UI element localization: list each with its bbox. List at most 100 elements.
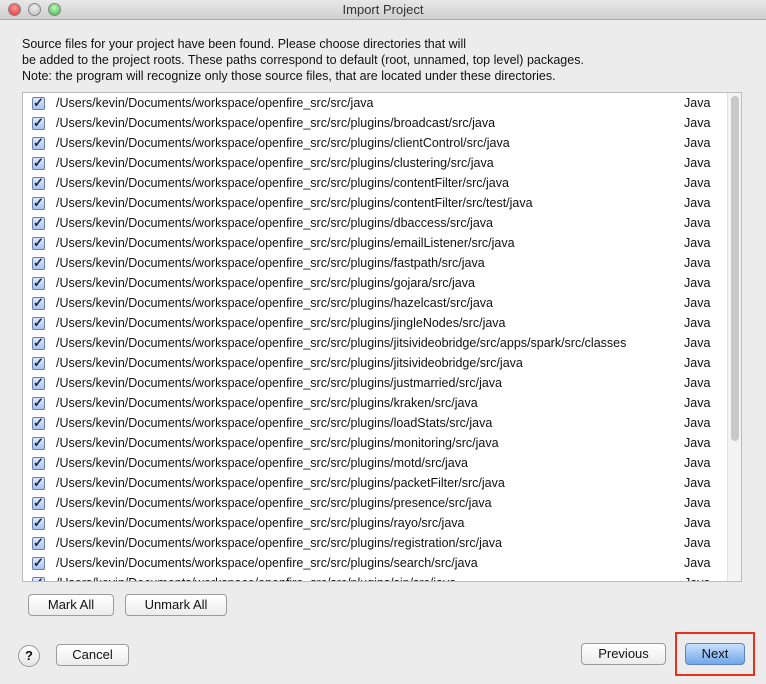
language-label: Java xyxy=(684,396,711,410)
language-label: Java xyxy=(684,456,711,470)
directory-path: /Users/kevin/Documents/workspace/openfir… xyxy=(56,256,485,270)
language-label: Java xyxy=(684,276,711,290)
list-item[interactable]: ✓ /Users/kevin/Documents/workspace/openf… xyxy=(23,473,728,493)
mark-all-button[interactable]: Mark All xyxy=(28,594,114,616)
language-label: Java xyxy=(684,416,711,430)
checkbox[interactable]: ✓ xyxy=(32,136,45,150)
checkbox[interactable]: ✓ xyxy=(32,356,45,370)
checkbox[interactable]: ✓ xyxy=(32,236,45,250)
checkbox[interactable]: ✓ xyxy=(32,156,45,170)
language-label: Java xyxy=(684,436,711,450)
directory-path: /Users/kevin/Documents/workspace/openfir… xyxy=(56,336,627,350)
zoom-window-button[interactable] xyxy=(48,3,61,16)
language-label: Java xyxy=(684,236,711,250)
list-item[interactable]: ✓ /Users/kevin/Documents/workspace/openf… xyxy=(23,233,728,253)
directory-path: /Users/kevin/Documents/workspace/openfir… xyxy=(56,296,493,310)
language-label: Java xyxy=(684,156,711,170)
language-label: Java xyxy=(684,556,711,570)
checkbox[interactable]: ✓ xyxy=(32,196,45,210)
checkbox[interactable]: ✓ xyxy=(32,216,45,230)
directory-path: /Users/kevin/Documents/workspace/openfir… xyxy=(56,576,456,581)
list-item[interactable]: ✓ /Users/kevin/Documents/workspace/openf… xyxy=(23,373,728,393)
list-item[interactable]: ✓ /Users/kevin/Documents/workspace/openf… xyxy=(23,93,728,113)
checkbox[interactable]: ✓ xyxy=(32,336,45,350)
previous-button[interactable]: Previous xyxy=(581,643,666,665)
list-item[interactable]: ✓ /Users/kevin/Documents/workspace/openf… xyxy=(23,533,728,553)
list-item[interactable]: ✓ /Users/kevin/Documents/workspace/openf… xyxy=(23,453,728,473)
list-item[interactable]: ✓ /Users/kevin/Documents/workspace/openf… xyxy=(23,333,728,353)
list-item[interactable]: ✓ /Users/kevin/Documents/workspace/openf… xyxy=(23,553,728,573)
checkbox[interactable]: ✓ xyxy=(32,96,45,110)
window-title: Import Project xyxy=(342,2,424,17)
checkbox[interactable]: ✓ xyxy=(32,276,45,290)
checkbox[interactable]: ✓ xyxy=(32,256,45,270)
checkbox[interactable]: ✓ xyxy=(32,536,45,550)
language-label: Java xyxy=(684,476,711,490)
unmark-all-button[interactable]: Unmark All xyxy=(125,594,227,616)
checkbox[interactable]: ✓ xyxy=(32,116,45,130)
checkbox[interactable]: ✓ xyxy=(32,416,45,430)
checkbox[interactable]: ✓ xyxy=(32,296,45,310)
minimize-window-button[interactable] xyxy=(28,3,41,16)
description: Source files for your project have been … xyxy=(22,36,584,84)
language-label: Java xyxy=(684,196,711,210)
directory-path: /Users/kevin/Documents/workspace/openfir… xyxy=(56,236,515,250)
scrollbar[interactable] xyxy=(727,93,741,581)
highlight-box xyxy=(675,632,755,676)
list-item[interactable]: ✓ /Users/kevin/Documents/workspace/openf… xyxy=(23,113,728,133)
list-item[interactable]: ✓ /Users/kevin/Documents/workspace/openf… xyxy=(23,313,728,333)
checkbox[interactable]: ✓ xyxy=(32,456,45,470)
help-button[interactable]: ? xyxy=(18,645,40,667)
list-item[interactable]: ✓ /Users/kevin/Documents/workspace/openf… xyxy=(23,573,728,581)
directory-path: /Users/kevin/Documents/workspace/openfir… xyxy=(56,356,523,370)
list-item[interactable]: ✓ /Users/kevin/Documents/workspace/openf… xyxy=(23,253,728,273)
directory-path: /Users/kevin/Documents/workspace/openfir… xyxy=(56,136,510,150)
checkbox[interactable]: ✓ xyxy=(32,476,45,490)
checkbox[interactable]: ✓ xyxy=(32,496,45,510)
list-item[interactable]: ✓ /Users/kevin/Documents/workspace/openf… xyxy=(23,293,728,313)
checkbox[interactable]: ✓ xyxy=(32,316,45,330)
list-item[interactable]: ✓ /Users/kevin/Documents/workspace/openf… xyxy=(23,493,728,513)
directory-path: /Users/kevin/Documents/workspace/openfir… xyxy=(56,396,478,410)
language-label: Java xyxy=(684,216,711,230)
directory-path: /Users/kevin/Documents/workspace/openfir… xyxy=(56,476,505,490)
list-item[interactable]: ✓ /Users/kevin/Documents/workspace/openf… xyxy=(23,133,728,153)
directory-path: /Users/kevin/Documents/workspace/openfir… xyxy=(56,456,468,470)
close-window-button[interactable] xyxy=(8,3,21,16)
list-item[interactable]: ✓ /Users/kevin/Documents/workspace/openf… xyxy=(23,153,728,173)
list-item[interactable]: ✓ /Users/kevin/Documents/workspace/openf… xyxy=(23,353,728,373)
scrollbar-thumb[interactable] xyxy=(731,96,739,441)
checkbox[interactable]: ✓ xyxy=(32,576,45,581)
cancel-button[interactable]: Cancel xyxy=(56,644,129,666)
source-directory-list[interactable]: ✓ /Users/kevin/Documents/workspace/openf… xyxy=(22,92,742,582)
language-label: Java xyxy=(684,256,711,270)
checkbox[interactable]: ✓ xyxy=(32,436,45,450)
directory-path: /Users/kevin/Documents/workspace/openfir… xyxy=(56,156,494,170)
description-line: be added to the project roots. These pat… xyxy=(22,53,584,67)
list-item[interactable]: ✓ /Users/kevin/Documents/workspace/openf… xyxy=(23,413,728,433)
language-label: Java xyxy=(684,496,711,510)
list-item[interactable]: ✓ /Users/kevin/Documents/workspace/openf… xyxy=(23,173,728,193)
list-item[interactable]: ✓ /Users/kevin/Documents/workspace/openf… xyxy=(23,513,728,533)
checkbox[interactable]: ✓ xyxy=(32,556,45,570)
language-label: Java xyxy=(684,316,711,330)
directory-path: /Users/kevin/Documents/workspace/openfir… xyxy=(56,416,493,430)
directory-path: /Users/kevin/Documents/workspace/openfir… xyxy=(56,516,465,530)
directory-path: /Users/kevin/Documents/workspace/openfir… xyxy=(56,196,533,210)
checkbox[interactable]: ✓ xyxy=(32,516,45,530)
directory-path: /Users/kevin/Documents/workspace/openfir… xyxy=(56,496,492,510)
list-item[interactable]: ✓ /Users/kevin/Documents/workspace/openf… xyxy=(23,393,728,413)
checkbox[interactable]: ✓ xyxy=(32,396,45,410)
checkbox[interactable]: ✓ xyxy=(32,376,45,390)
checkbox[interactable]: ✓ xyxy=(32,176,45,190)
list-item[interactable]: ✓ /Users/kevin/Documents/workspace/openf… xyxy=(23,193,728,213)
list-item[interactable]: ✓ /Users/kevin/Documents/workspace/openf… xyxy=(23,273,728,293)
directory-path: /Users/kevin/Documents/workspace/openfir… xyxy=(56,556,478,570)
list-item[interactable]: ✓ /Users/kevin/Documents/workspace/openf… xyxy=(23,433,728,453)
language-label: Java xyxy=(684,576,710,581)
directory-path: /Users/kevin/Documents/workspace/openfir… xyxy=(56,376,502,390)
language-label: Java xyxy=(684,376,711,390)
directory-path: /Users/kevin/Documents/workspace/openfir… xyxy=(56,536,503,550)
list-item[interactable]: ✓ /Users/kevin/Documents/workspace/openf… xyxy=(23,213,728,233)
language-label: Java xyxy=(684,96,711,110)
